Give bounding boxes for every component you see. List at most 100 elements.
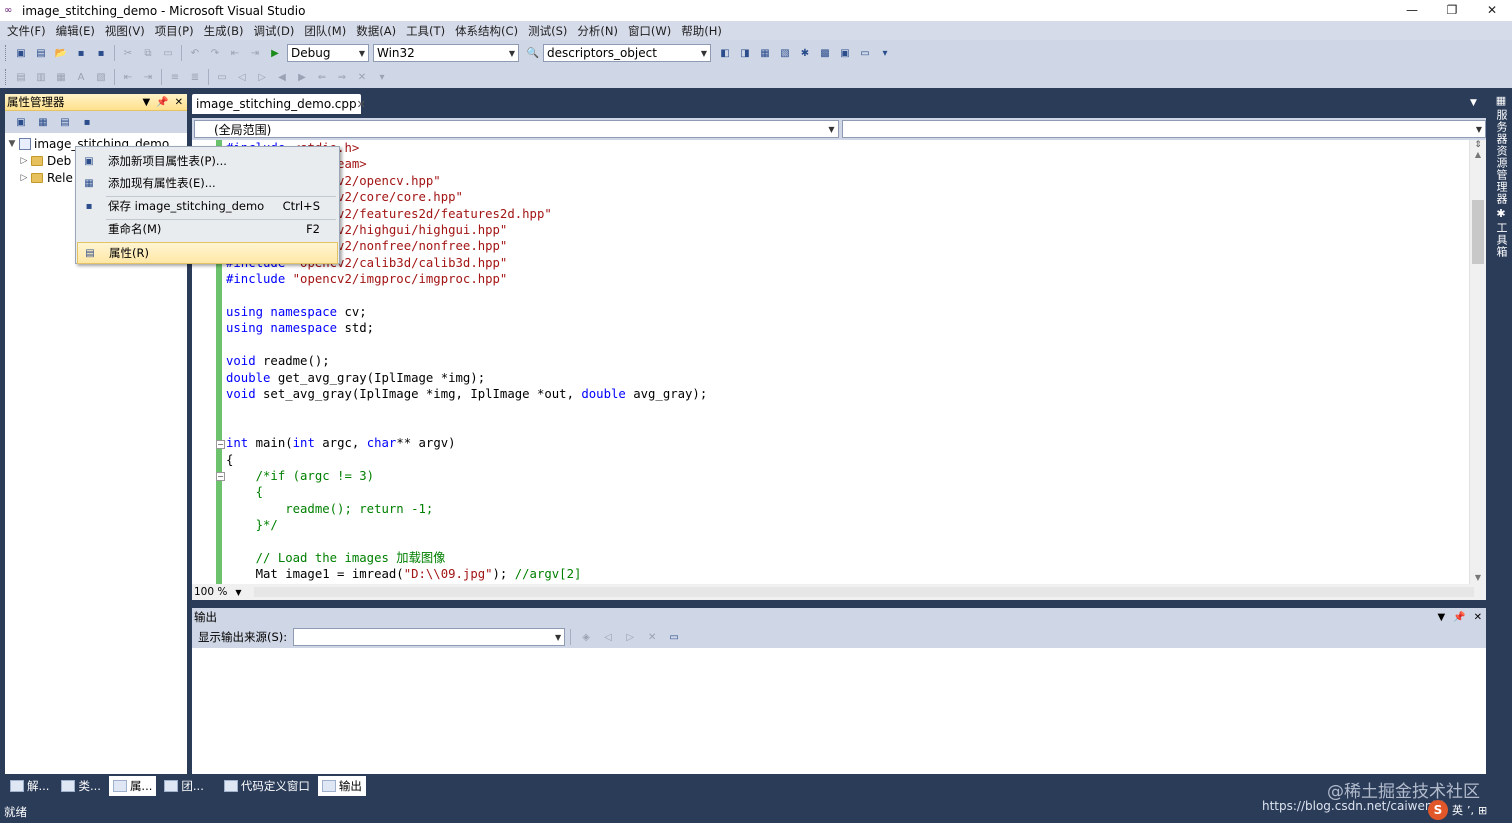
menu-edit[interactable]: 编辑(E) bbox=[51, 23, 100, 39]
increase-indent-icon[interactable]: ⇥ bbox=[140, 69, 156, 85]
go-to-next-message-icon[interactable]: ▷ bbox=[622, 629, 638, 645]
menu-data[interactable]: 数据(A) bbox=[351, 23, 401, 39]
menu-tools[interactable]: 工具(T) bbox=[401, 23, 450, 39]
tab-code-definition-window[interactable]: 代码定义窗口 bbox=[220, 776, 314, 796]
scroll-up-icon[interactable]: ▲ bbox=[1470, 150, 1486, 159]
command-window-icon[interactable]: ▭ bbox=[857, 45, 873, 61]
menu-architecture[interactable]: 体系结构(C) bbox=[450, 23, 523, 39]
menu-project[interactable]: 项目(P) bbox=[150, 23, 199, 39]
menu-test[interactable]: 测试(S) bbox=[523, 23, 572, 39]
properties-icon[interactable]: ▤ bbox=[57, 114, 73, 130]
add-item-icon[interactable]: ▤ bbox=[33, 45, 49, 61]
window-position-icon[interactable]: ▼ bbox=[142, 97, 150, 108]
close-window-button[interactable]: ✕ bbox=[1472, 0, 1512, 20]
restore-button[interactable]: ❐ bbox=[1432, 0, 1472, 20]
toolbox-tab[interactable]: 工具箱 bbox=[1493, 222, 1509, 258]
save-icon[interactable]: ▪ bbox=[73, 45, 89, 61]
sogou-ime-icon[interactable]: S bbox=[1428, 800, 1448, 820]
add-new-property-sheet-icon[interactable]: ▣ bbox=[13, 114, 29, 130]
auto-hide-pin-icon[interactable]: 📌 bbox=[1453, 612, 1465, 623]
next-bookmark-folder-icon[interactable]: ▶ bbox=[294, 69, 310, 85]
output-source-dropdown[interactable]: ▼ bbox=[293, 628, 566, 646]
ime-keyboard-icon[interactable]: ⊞ bbox=[1478, 804, 1487, 817]
menu-item-rename[interactable]: 重命名(M) F2 bbox=[77, 218, 338, 240]
active-files-dropdown-icon[interactable]: ▼ bbox=[1470, 98, 1477, 108]
navigate-back-icon[interactable]: ⇤ bbox=[227, 45, 243, 61]
window-position-icon[interactable]: ▼ bbox=[1437, 612, 1445, 623]
comment-lines-icon[interactable]: ≡ bbox=[167, 69, 183, 85]
start-page-icon[interactable]: ▩ bbox=[817, 45, 833, 61]
toolbar-grip[interactable] bbox=[5, 45, 8, 61]
solution-configuration-dropdown[interactable]: Debug ▼ bbox=[287, 44, 369, 62]
paste-icon[interactable]: ▭ bbox=[160, 45, 176, 61]
toggle-word-wrap-icon[interactable]: ▭ bbox=[666, 629, 682, 645]
extension-manager-icon[interactable]: ▣ bbox=[837, 45, 853, 61]
tab-class-view[interactable]: 类... bbox=[57, 776, 104, 796]
solution-explorer-icon[interactable]: ◨ bbox=[737, 45, 753, 61]
clear-bookmarks-icon[interactable]: ✕ bbox=[354, 69, 370, 85]
start-debugging-icon[interactable]: ▶ bbox=[267, 45, 283, 61]
undo-icon[interactable]: ↶ bbox=[187, 45, 203, 61]
fold-toggle-icon[interactable]: − bbox=[216, 440, 225, 449]
scope-dropdown[interactable]: (全局范围) ▼ bbox=[194, 120, 839, 138]
tab-output[interactable]: 输出 bbox=[317, 776, 366, 796]
menu-help[interactable]: 帮助(H) bbox=[676, 23, 727, 39]
toggle-bookmark-icon[interactable]: ▭ bbox=[214, 69, 230, 85]
close-tab-icon[interactable]: ✕ bbox=[357, 98, 371, 111]
open-file-icon[interactable]: 📂 bbox=[53, 45, 69, 61]
decrease-indent-icon[interactable]: ⇤ bbox=[120, 69, 136, 85]
menu-build[interactable]: 生成(B) bbox=[199, 23, 249, 39]
toolbox-icon[interactable]: ✱ bbox=[797, 45, 813, 61]
previous-bookmark-folder-icon[interactable]: ◀ bbox=[274, 69, 290, 85]
ime-punctuation-mode[interactable]: ’, bbox=[1467, 804, 1474, 817]
find-combo[interactable]: descriptors_object ▼ bbox=[543, 44, 711, 62]
ime-language-mode[interactable]: 英 bbox=[1452, 802, 1463, 818]
member-dropdown[interactable]: ▼ bbox=[841, 120, 1486, 138]
next-bookmark-document-icon[interactable]: ⇒ bbox=[334, 69, 350, 85]
close-panel-icon[interactable]: ✕ bbox=[1474, 612, 1482, 623]
menu-item-add-new-property-sheet[interactable]: ▣ 添加新项目属性表(P)... bbox=[77, 150, 338, 172]
list-members-icon[interactable]: ▤ bbox=[13, 69, 29, 85]
zoom-dropdown-icon[interactable]: ▼ bbox=[235, 588, 241, 597]
expand-arrow-icon[interactable]: ▷ bbox=[17, 156, 31, 166]
redo-icon[interactable]: ↷ bbox=[207, 45, 223, 61]
menu-view[interactable]: 视图(V) bbox=[100, 23, 150, 39]
code-editor[interactable]: − − #include <stdio.h> #include <iostrea… bbox=[192, 140, 1486, 584]
cut-icon[interactable]: ✂ bbox=[120, 45, 136, 61]
previous-bookmark-icon[interactable]: ◁ bbox=[234, 69, 250, 85]
menu-item-save-project[interactable]: ▪ 保存 image_stitching_demo Ctrl+S bbox=[77, 195, 338, 217]
auto-hide-pin-icon[interactable]: 📌 bbox=[156, 97, 168, 108]
minimize-button[interactable]: — bbox=[1392, 0, 1432, 20]
tab-team-explorer[interactable]: 团... bbox=[160, 776, 207, 796]
complete-word-icon[interactable]: A bbox=[73, 69, 89, 85]
tab-solution-explorer[interactable]: 解... bbox=[6, 776, 53, 796]
split-handle-icon[interactable]: ⇕ bbox=[1470, 140, 1486, 150]
go-to-previous-message-icon[interactable]: ◁ bbox=[600, 629, 616, 645]
find-in-files-icon[interactable]: 🔍 bbox=[525, 45, 541, 61]
quick-info-icon[interactable]: ▦ bbox=[53, 69, 69, 85]
toolbar-grip[interactable] bbox=[5, 69, 8, 85]
zoom-level[interactable]: 100 % bbox=[194, 586, 227, 598]
document-tab-active[interactable]: image_stitching_demo.cpp ✕ bbox=[192, 94, 366, 114]
object-browser-icon[interactable]: ▧ bbox=[777, 45, 793, 61]
collapse-arrow-icon[interactable]: ▼ bbox=[5, 139, 19, 149]
previous-bookmark-document-icon[interactable]: ⇐ bbox=[314, 69, 330, 85]
find-symbol-icon[interactable]: ◧ bbox=[717, 45, 733, 61]
clear-all-icon[interactable]: ✕ bbox=[644, 629, 660, 645]
save-all-icon[interactable]: ▪ bbox=[93, 45, 109, 61]
expand-arrow-icon[interactable]: ▷ bbox=[17, 173, 31, 183]
uncomment-lines-icon[interactable]: ≣ bbox=[187, 69, 203, 85]
menu-team[interactable]: 团队(M) bbox=[299, 23, 351, 39]
display-word-completion-icon[interactable]: ▧ bbox=[93, 69, 109, 85]
scrollbar-thumb[interactable] bbox=[1472, 200, 1484, 264]
solution-platform-dropdown[interactable]: Win32 ▼ bbox=[373, 44, 519, 62]
tab-property-manager[interactable]: 属... bbox=[108, 776, 157, 796]
menu-item-properties[interactable]: ▤ 属性(R) bbox=[77, 242, 338, 264]
menu-item-add-existing-property-sheet[interactable]: ▦ 添加现有属性表(E)... bbox=[77, 172, 338, 194]
properties-window-icon[interactable]: ▦ bbox=[757, 45, 773, 61]
toolbar-options-icon[interactable]: ▾ bbox=[877, 45, 893, 61]
close-panel-icon[interactable]: ✕ bbox=[175, 97, 183, 108]
menu-analyze[interactable]: 分析(N) bbox=[572, 23, 623, 39]
new-project-icon[interactable]: ▣ bbox=[13, 45, 29, 61]
toolbar-options-icon[interactable]: ▾ bbox=[374, 69, 390, 85]
